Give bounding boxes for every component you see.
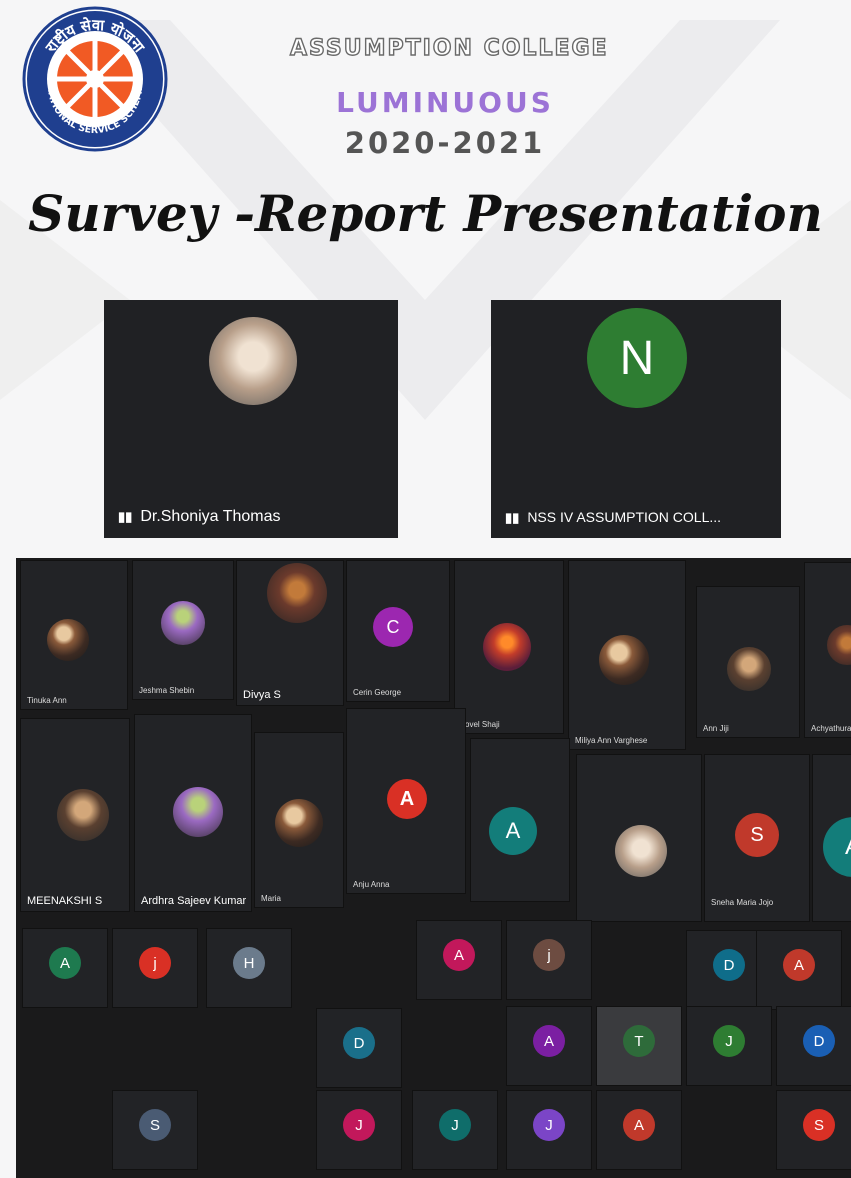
- participant-name: MEENAKSHI S: [27, 895, 103, 907]
- avatar: [275, 799, 323, 847]
- participant-tile[interactable]: H: [206, 928, 292, 1008]
- participant-tile[interactable]: j: [112, 928, 198, 1008]
- avatar: [47, 619, 89, 661]
- nss-logo: राष्ट्रीय सेवा योजना NATIONAL SERVICE SC…: [22, 6, 168, 152]
- participant-tile[interactable]: A: [470, 738, 570, 902]
- avatar: [727, 647, 771, 691]
- participant-tile[interactable]: J: [506, 1090, 592, 1170]
- participant-tile[interactable]: J: [412, 1090, 498, 1170]
- participant-name: Sneha Maria Jojo: [711, 898, 774, 907]
- participant-name: Ann Jiji: [703, 724, 729, 733]
- avatar: S: [803, 1109, 835, 1141]
- participant-name: Achyathuratt: [811, 724, 851, 733]
- avatar: A: [783, 949, 815, 981]
- participant-name: Maria: [261, 894, 282, 903]
- participant-name: Miliya Ann Varghese: [575, 736, 648, 745]
- avatar: S: [735, 813, 779, 857]
- avatar: A: [489, 807, 537, 855]
- participant-tile[interactable]: Achyathuratt: [804, 562, 851, 738]
- avatar: D: [803, 1025, 835, 1057]
- avatar: [57, 789, 109, 841]
- participant-tile[interactable]: T: [596, 1006, 682, 1086]
- avatar: S: [139, 1109, 171, 1141]
- participant-tile[interactable]: [576, 754, 702, 922]
- participant-tile[interactable]: Jeshma Shebin: [132, 560, 234, 700]
- avatar: [615, 825, 667, 877]
- avatar: [483, 623, 531, 671]
- avatar: [827, 625, 851, 665]
- avatar: D: [713, 949, 745, 981]
- participant-tile[interactable]: C Cerin George: [346, 560, 450, 702]
- participant-tile[interactable]: S: [776, 1090, 851, 1170]
- participant-tile[interactable]: D: [776, 1006, 851, 1086]
- college-name: ASSUMPTION COLLEGE: [289, 35, 609, 61]
- avatar: [173, 787, 223, 837]
- avatar: [267, 563, 327, 623]
- event-name: LUMINUOUS: [336, 86, 554, 119]
- participant-name: ▮▮ Dr.Shoniya Thomas: [118, 508, 281, 525]
- participant-tile[interactable]: A: [506, 1006, 592, 1086]
- participant-name: Ardhra Sajeev Kumar: [141, 895, 247, 907]
- avatar: [161, 601, 205, 645]
- avatar: C: [373, 607, 413, 647]
- participant-tile[interactable]: Ann Jiji: [696, 586, 800, 738]
- avatar: J: [533, 1109, 565, 1141]
- avatar: J: [343, 1109, 375, 1141]
- audio-level-icon: ▮▮: [118, 509, 133, 524]
- participant-tile[interactable]: A: [756, 930, 842, 1010]
- participant-tile[interactable]: S: [112, 1090, 198, 1170]
- participant-tile[interactable]: A: [22, 928, 108, 1008]
- participant-tile[interactable]: Divya S: [236, 560, 344, 706]
- audio-level-icon: ▮▮: [505, 510, 520, 525]
- participant-name: Tinuka Ann: [27, 696, 67, 705]
- avatar: T: [623, 1025, 655, 1057]
- participant-tile[interactable]: J: [316, 1090, 402, 1170]
- avatar: [599, 635, 649, 685]
- event-years: 2020-2021: [344, 126, 546, 160]
- participant-tile[interactable]: A: [812, 754, 851, 922]
- avatar: A: [49, 947, 81, 979]
- participant-tile[interactable]: Ardhra Sajeev Kumar: [134, 714, 252, 912]
- participant-tile[interactable]: A: [596, 1090, 682, 1170]
- avatar: j: [533, 939, 565, 971]
- host-tile-shoniya[interactable]: ▮▮ Dr.Shoniya Thomas: [104, 300, 398, 538]
- participant-name: Jovel Shaji: [461, 720, 500, 729]
- participant-tile[interactable]: MEENAKSHI S: [20, 718, 130, 912]
- host-tile-nss[interactable]: N ▮▮ NSS IV ASSUMPTION COLL...: [491, 300, 781, 538]
- avatar: D: [343, 1027, 375, 1059]
- participant-tile[interactable]: Miliya Ann Varghese: [568, 560, 686, 750]
- participant-tile[interactable]: j: [506, 920, 592, 1000]
- participant-name: Cerin George: [353, 688, 402, 697]
- avatar: A: [533, 1025, 565, 1057]
- participant-tile[interactable]: Tinuka Ann: [20, 560, 128, 710]
- avatar: A: [387, 779, 427, 819]
- participant-name: Jeshma Shebin: [139, 686, 195, 695]
- avatar: J: [439, 1109, 471, 1141]
- participant-name: ▮▮ NSS IV ASSUMPTION COLL...: [505, 509, 722, 525]
- participant-tile[interactable]: Jovel Shaji: [454, 560, 564, 734]
- participant-tile[interactable]: J: [686, 1006, 772, 1086]
- avatar: j: [139, 947, 171, 979]
- participant-tile[interactable]: Maria: [254, 732, 344, 908]
- avatar: A: [443, 939, 475, 971]
- avatar: J: [713, 1025, 745, 1057]
- presentation-title: Survey -Report Presentation: [28, 184, 823, 243]
- participant-tile[interactable]: D: [316, 1008, 402, 1088]
- participant-name: Divya S: [243, 689, 281, 701]
- participant-grid: Tinuka Ann Jeshma Shebin Divya S C Cerin…: [16, 558, 851, 1178]
- participant-tile[interactable]: A: [416, 920, 502, 1000]
- avatar: A: [823, 817, 851, 877]
- avatar: N: [587, 308, 687, 408]
- avatar: H: [233, 947, 265, 979]
- avatar: A: [623, 1109, 655, 1141]
- participant-name: Anju Anna: [353, 880, 390, 889]
- avatar: [209, 317, 297, 405]
- participant-tile[interactable]: A Anju Anna: [346, 708, 466, 894]
- participant-tile[interactable]: S Sneha Maria Jojo: [704, 754, 810, 922]
